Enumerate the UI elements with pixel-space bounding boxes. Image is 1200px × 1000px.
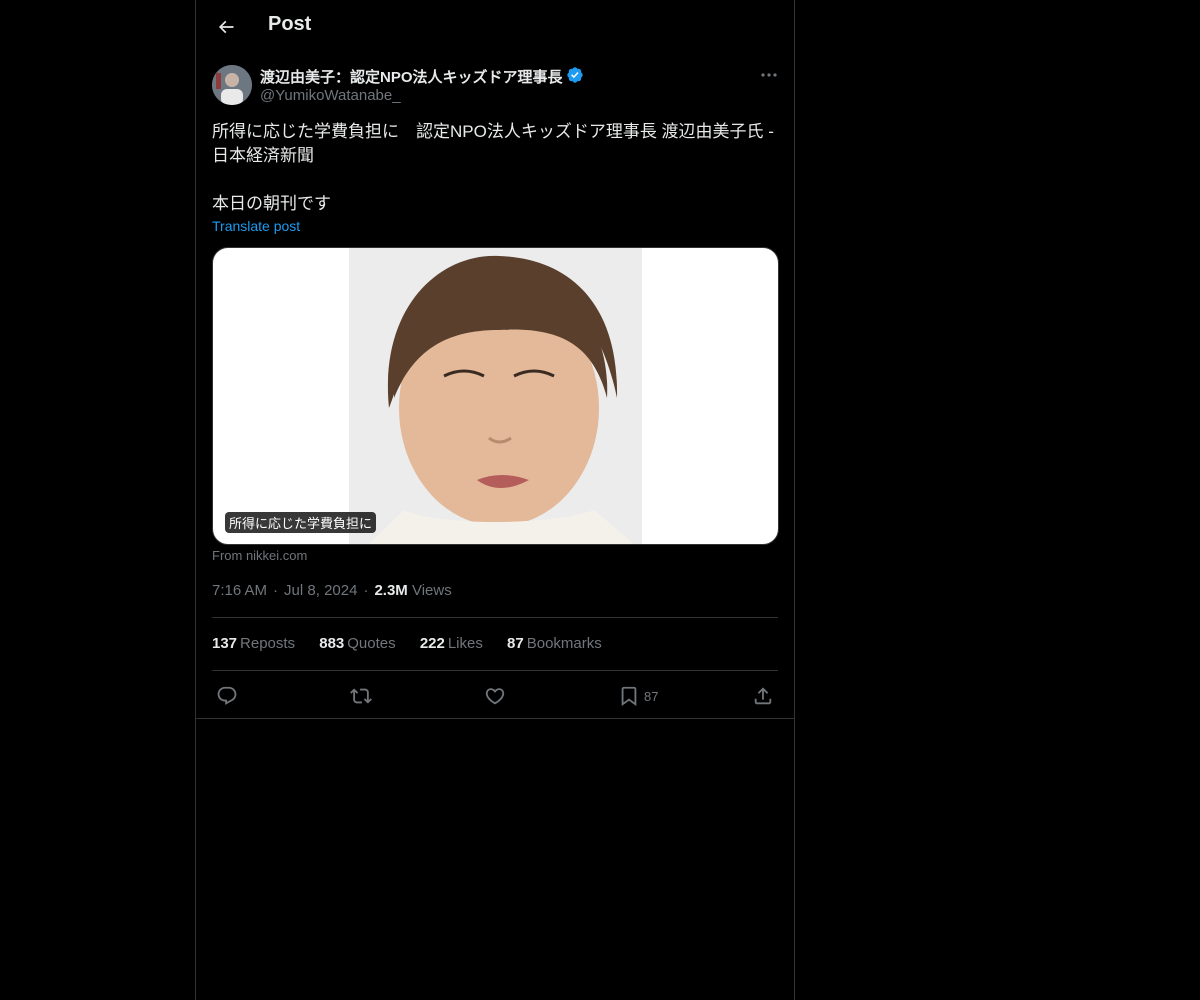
repost-button[interactable]: [350, 684, 372, 708]
divider: [212, 617, 778, 618]
post-text: 所得に応じた学費負担に 認定NPO法人キッズドア理事長 渡辺由美子氏 - 日本経…: [212, 122, 774, 213]
stat-bookmarks[interactable]: 87 Bookmarks: [507, 635, 602, 652]
stat-reposts[interactable]: 137 Reposts: [212, 635, 295, 652]
divider: [196, 718, 794, 719]
repost-icon: [350, 688, 372, 704]
link-card[interactable]: 所得に応じた学費負担に: [212, 247, 779, 545]
avatar[interactable]: [212, 65, 252, 105]
translate-post-link[interactable]: Translate post: [212, 218, 300, 234]
arrow-left-icon: [218, 20, 234, 34]
stat-quotes[interactable]: 883 Quotes: [319, 635, 395, 652]
post-header: Post: [196, 0, 794, 54]
views-count: 2.3M: [374, 582, 408, 599]
post-time[interactable]: 7:16 AM: [212, 582, 267, 599]
reply-button[interactable]: [216, 684, 238, 708]
card-image: [349, 248, 642, 544]
views-label: Views: [411, 582, 452, 599]
post-date[interactable]: Jul 8, 2024: [284, 582, 357, 599]
heart-icon: [485, 688, 505, 705]
author-handle[interactable]: @YumikoWatanabe_: [260, 87, 401, 104]
author-display-name[interactable]: 渡辺由美子：認定NPO法人キッズドア理事長: [260, 66, 563, 87]
reply-icon: [217, 686, 237, 705]
engagement-stats: 137 Reposts 883 Quotes 222 Likes 87 Bookmark…: [212, 635, 622, 652]
divider: [212, 670, 778, 671]
like-button[interactable]: [484, 684, 506, 708]
share-icon: [754, 687, 772, 705]
verified-badge-icon: [567, 67, 583, 83]
post-meta: 7:16 AM · Jul 8, 2024 · 2.3M Views: [212, 582, 452, 599]
post-detail-column: Post 渡辺由美子：認定NPO法人キッズドア理事長 @YumikoWatana…: [195, 0, 795, 1000]
bookmark-button[interactable]: 87: [618, 684, 658, 708]
back-button[interactable]: [208, 9, 244, 45]
more-horizontal-icon: [761, 73, 777, 77]
share-button[interactable]: [752, 684, 774, 708]
more-options-button[interactable]: [756, 64, 782, 86]
bookmark-count: 87: [644, 688, 659, 704]
stat-likes[interactable]: 222 Likes: [420, 635, 483, 652]
card-caption: 所得に応じた学費負担に: [225, 512, 377, 533]
bookmark-icon: [621, 686, 637, 707]
page-title: Post: [268, 13, 312, 35]
card-source[interactable]: From nikkei.com: [212, 548, 307, 563]
